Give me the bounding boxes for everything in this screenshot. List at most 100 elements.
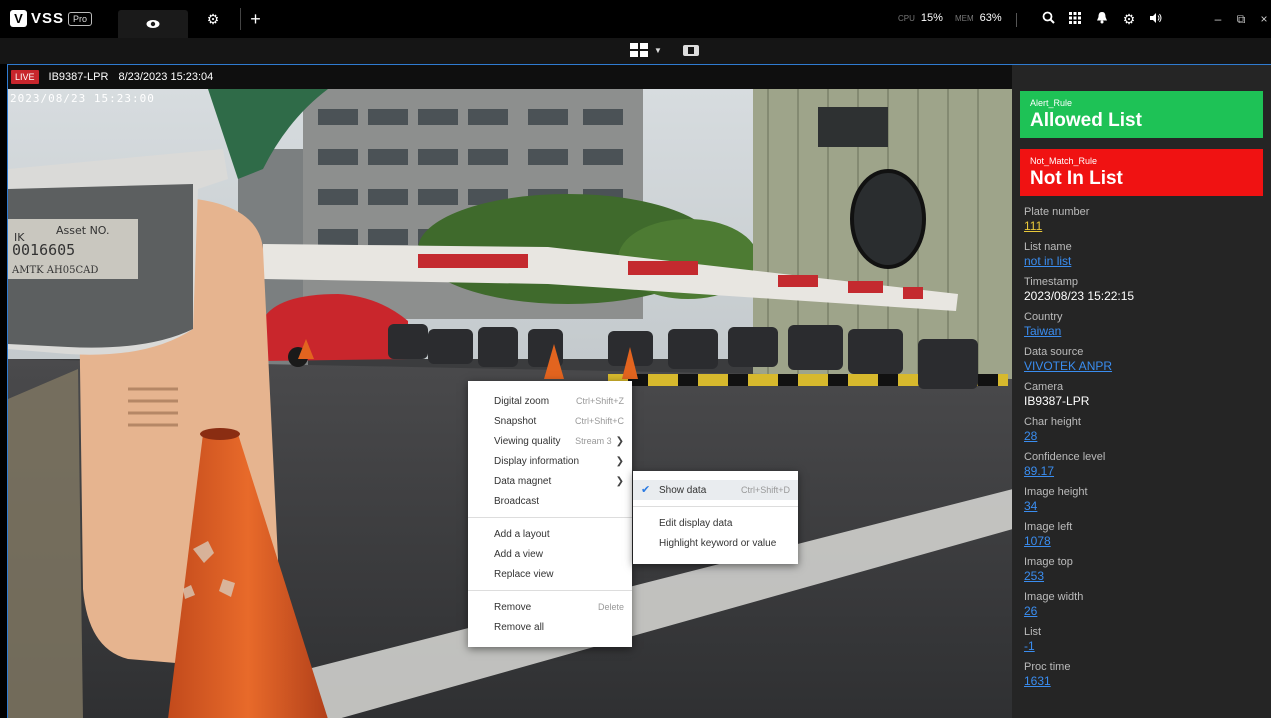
mem-usage: MEM 63%	[955, 12, 1002, 24]
field-plate-number: Plate number 111	[1024, 206, 1264, 234]
chevron-down-icon: ▼	[654, 45, 662, 55]
field-label: List	[1024, 626, 1042, 638]
cpu-label: CPU	[898, 14, 915, 23]
menu-item-add-view[interactable]: Add a view	[468, 544, 632, 564]
field-char-height: Char height 28	[1024, 416, 1264, 444]
field-value[interactable]: Taiwan	[1024, 324, 1264, 339]
field-value: 2023/08/23 15:22:15	[1024, 289, 1135, 303]
field-value[interactable]: 28	[1024, 429, 1264, 444]
field-value[interactable]: 1631	[1024, 674, 1264, 689]
field-value[interactable]: 34	[1024, 499, 1264, 514]
alert-rule-card: Alert_Rule Allowed List	[1020, 91, 1263, 138]
menu-item-digital-zoom[interactable]: Digital zoom Ctrl+Shift+Z	[468, 391, 632, 411]
layout-selector[interactable]: ▼	[630, 43, 662, 57]
field-label: Confidence level	[1024, 451, 1106, 463]
chevron-right-icon: ❯	[615, 455, 624, 467]
rule-result: Not In List	[1030, 168, 1123, 189]
video-header: LIVE IB9387-LPR 8/23/2023 15:23:04	[8, 65, 1012, 89]
menu-item-shortcut: Ctrl+Shift+Z	[575, 396, 624, 406]
field-label: Image height	[1024, 486, 1088, 498]
field-value[interactable]: -1	[1024, 639, 1264, 654]
eye-icon	[146, 20, 160, 28]
search-icon[interactable]	[1038, 10, 1058, 28]
field-value[interactable]: 111	[1024, 219, 1264, 234]
menu-separator	[633, 506, 798, 507]
data-magnet-panel: Alert_Rule Allowed List Not_Match_Rule N…	[1012, 64, 1271, 718]
minimize-button[interactable]: –	[1210, 10, 1226, 28]
field-camera: Camera IB9387-LPR	[1024, 381, 1264, 409]
field-value[interactable]: 1078	[1024, 534, 1264, 549]
mem-value: 63%	[979, 12, 1002, 24]
checkmark-icon: ✔	[641, 484, 651, 496]
menu-item-data-magnet[interactable]: Data magnet ❯	[468, 471, 632, 491]
mem-label: MEM	[955, 14, 974, 23]
cpu-value: 15%	[920, 12, 943, 24]
field-label: Timestamp	[1024, 276, 1078, 288]
menu-item-label: Digital zoom	[494, 395, 550, 407]
logo-mark: V	[10, 10, 27, 27]
tab-live-view[interactable]	[118, 10, 188, 38]
context-menu: Digital zoom Ctrl+Shift+Z Snapshot Ctrl+…	[468, 381, 632, 647]
field-value[interactable]: 26	[1024, 604, 1264, 619]
cpu-usage: CPU 15%	[898, 12, 943, 24]
volume-icon[interactable]	[1146, 10, 1166, 28]
chevron-right-icon: ❯	[615, 475, 624, 487]
tab-settings[interactable]: ⚙	[198, 8, 228, 30]
field-label: Proc time	[1024, 661, 1071, 673]
bell-icon[interactable]	[1092, 10, 1112, 28]
menu-item-broadcast[interactable]: Broadcast	[468, 491, 632, 511]
menu-item-shortcut: Ctrl+Shift+C	[574, 416, 624, 426]
field-proc-time: Proc time 1631	[1024, 661, 1264, 689]
field-list-name: List name not in list	[1024, 241, 1264, 269]
menu-item-shortcut: Stream 3	[575, 436, 612, 446]
field-data-source: Data source VIVOTEK ANPR	[1024, 346, 1264, 374]
field-image-top: Image top 253	[1024, 556, 1264, 584]
chain-fence	[8, 369, 83, 718]
grid-menu-icon[interactable]	[1065, 10, 1085, 28]
field-label: Image top	[1024, 556, 1073, 568]
menu-item-display-information[interactable]: Display information ❯	[468, 451, 632, 471]
menu-item-add-layout[interactable]: Add a layout	[468, 524, 632, 544]
add-tab-button[interactable]: +	[240, 8, 270, 30]
menu-item-show-data[interactable]: ✔ Show data Ctrl+Shift+D	[633, 480, 798, 500]
field-label: Data source	[1024, 346, 1084, 358]
menu-item-label: Viewing quality	[494, 435, 561, 447]
camera-title: IB9387-LPR	[48, 71, 109, 83]
menu-item-label: Remove all	[494, 621, 545, 633]
not-match-rule-card: Not_Match_Rule Not In List	[1020, 149, 1263, 196]
menu-item-label: Add a view	[494, 548, 543, 560]
field-image-left: Image left 1078	[1024, 521, 1264, 549]
menu-item-edit-display-data[interactable]: Edit display data	[633, 513, 798, 533]
logo-edition: Pro	[68, 11, 93, 26]
field-country: Country Taiwan	[1024, 311, 1264, 339]
menu-item-remove[interactable]: Remove Delete	[468, 597, 632, 617]
menu-item-highlight-keyword[interactable]: Highlight keyword or value	[633, 533, 798, 553]
logo-name: VSS	[31, 10, 65, 27]
gear-icon[interactable]: ⚙	[1119, 10, 1139, 28]
menu-item-label: Display information	[494, 455, 580, 467]
menu-item-label: Remove	[494, 601, 532, 613]
asset-label: Asset NO.	[56, 224, 110, 237]
menu-item-shortcut: Delete	[597, 602, 624, 612]
live-badge: LIVE	[11, 70, 39, 84]
divider	[1016, 13, 1017, 27]
menu-item-label: Replace view	[494, 568, 554, 580]
close-button[interactable]: ×	[1256, 10, 1271, 28]
convex-mirror	[850, 169, 926, 269]
menu-item-label: Snapshot	[494, 415, 537, 427]
menu-item-viewing-quality[interactable]: Viewing quality Stream 3 ❯	[468, 431, 632, 451]
menu-item-replace-view[interactable]: Replace view	[468, 564, 632, 584]
menu-item-label: Show data	[659, 484, 707, 496]
fit-view-icon[interactable]	[683, 45, 699, 56]
field-value[interactable]: 89.17	[1024, 464, 1264, 479]
field-value[interactable]: not in list	[1024, 254, 1264, 269]
menu-item-label: Edit display data	[659, 517, 733, 529]
menu-item-snapshot[interactable]: Snapshot Ctrl+Shift+C	[468, 411, 632, 431]
field-value[interactable]: 253	[1024, 569, 1264, 584]
asset-model: AMTK AH05CAD	[11, 265, 98, 276]
restore-button[interactable]: ⧉	[1233, 10, 1249, 28]
field-value[interactable]: VIVOTEK ANPR	[1024, 359, 1264, 374]
menu-item-remove-all[interactable]: Remove all	[468, 617, 632, 637]
view-toolbar: ▼	[0, 38, 1271, 64]
camera-datetime: 8/23/2023 15:23:04	[118, 71, 214, 83]
